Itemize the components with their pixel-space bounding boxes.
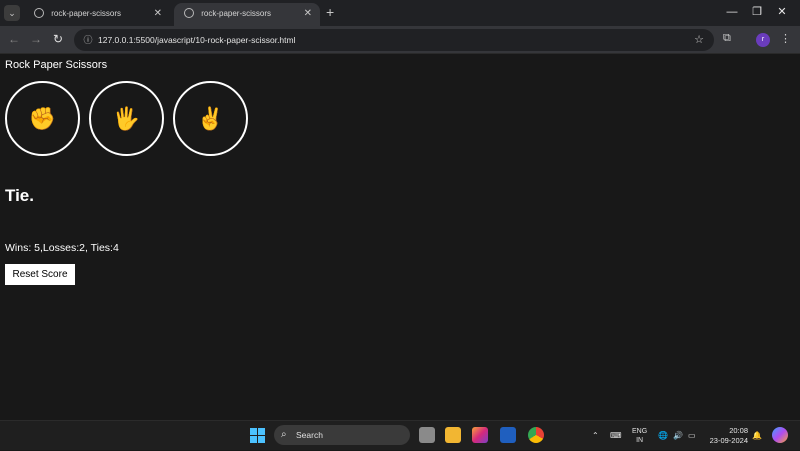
result-text: Tie. [5,186,34,205]
lang-line-1: ENG [632,428,648,435]
search-icon: ⌕ [281,429,287,440]
browser-toolbar: ← → ↻ ⓘ 127.0.0.1:5500/javascript/10-roc… [0,26,800,54]
extensions-icon[interactable]: ⧉ [723,32,731,45]
paper-icon: 🖐 [112,106,141,131]
back-icon[interactable]: ← [6,31,22,47]
tab-rock-paper-scissors-1[interactable]: rock-paper-scissors ✕ [24,3,170,26]
rock-button[interactable]: ✊ [5,81,80,156]
scissors-button[interactable]: ✌ [173,81,248,156]
scissors-icon: ✌ [196,106,225,131]
network-icon[interactable]: 🌐 [658,421,668,451]
bookmark-star-icon[interactable]: ☆ [694,32,704,48]
taskbar: ⌕ Search ⌃ ⌨ ENG IN 🌐 🔊 ▭ 20:08 23-09-20… [0,420,800,450]
reset-score-button[interactable]: Reset Score [5,264,75,285]
forward-icon[interactable]: → [28,31,44,47]
minimize-icon[interactable]: — [722,4,742,20]
close-tab-icon[interactable]: ✕ [154,3,162,25]
tab-search-icon[interactable]: ⌄ [4,5,20,21]
paper-button[interactable]: 🖐 [89,81,164,156]
instagram-icon[interactable] [472,427,488,443]
close-tab-icon[interactable]: ✕ [304,3,312,25]
app-icon[interactable] [500,427,516,443]
search-label: Search [296,430,323,440]
profile-avatar[interactable]: r [756,33,770,47]
tab-rock-paper-scissors-2[interactable]: rock-paper-scissors ✕ [174,3,320,26]
globe-icon [184,8,194,18]
clock[interactable]: 20:08 23-09-2024 [708,426,748,446]
site-info-icon[interactable]: ⓘ [82,34,94,46]
url-text[interactable]: 127.0.0.1:5500/javascript/10-rock-paper-… [98,29,295,51]
restore-icon[interactable]: ❐ [747,4,767,20]
taskbar-search[interactable]: ⌕ Search [274,425,410,445]
page-content: Rock Paper Scissors ✊ 🖐 ✌ Tie. Wins: 5,L… [0,55,800,420]
date-text: 23-09-2024 [709,436,748,445]
globe-icon [34,8,44,18]
language-indicator[interactable]: ENG IN [632,427,647,445]
time-text: 20:08 [729,426,748,435]
close-window-icon[interactable]: ✕ [772,4,792,20]
score-text: Wins: 5,Losses:2, Ties:4 [5,242,119,254]
copilot-icon[interactable] [772,427,788,443]
file-explorer-icon[interactable] [445,427,461,443]
chrome-icon[interactable] [528,427,544,443]
tab-title: rock-paper-scissors [51,9,122,18]
browser-tab-strip: ⌄ rock-paper-scissors ✕ rock-paper-sciss… [0,0,800,26]
task-view-icon[interactable] [419,427,435,443]
notification-bell-icon[interactable]: 🔔 [752,421,762,451]
tab-title: rock-paper-scissors [201,9,272,18]
menu-kebab-icon[interactable]: ⋮ [780,32,791,45]
battery-icon[interactable]: ▭ [688,421,696,451]
new-tab-button[interactable]: + [326,4,340,20]
keyboard-icon[interactable]: ⌨ [610,421,622,451]
address-bar[interactable]: ⓘ 127.0.0.1:5500/javascript/10-rock-pape… [74,29,714,51]
lang-line-2: IN [636,437,644,444]
page-title: Rock Paper Scissors [5,59,108,71]
volume-icon[interactable]: 🔊 [673,421,683,451]
windows-start-icon[interactable] [250,428,265,443]
chevron-up-icon[interactable]: ⌃ [592,421,599,451]
rock-icon: ✊ [28,106,57,131]
reload-icon[interactable]: ↻ [50,31,66,47]
